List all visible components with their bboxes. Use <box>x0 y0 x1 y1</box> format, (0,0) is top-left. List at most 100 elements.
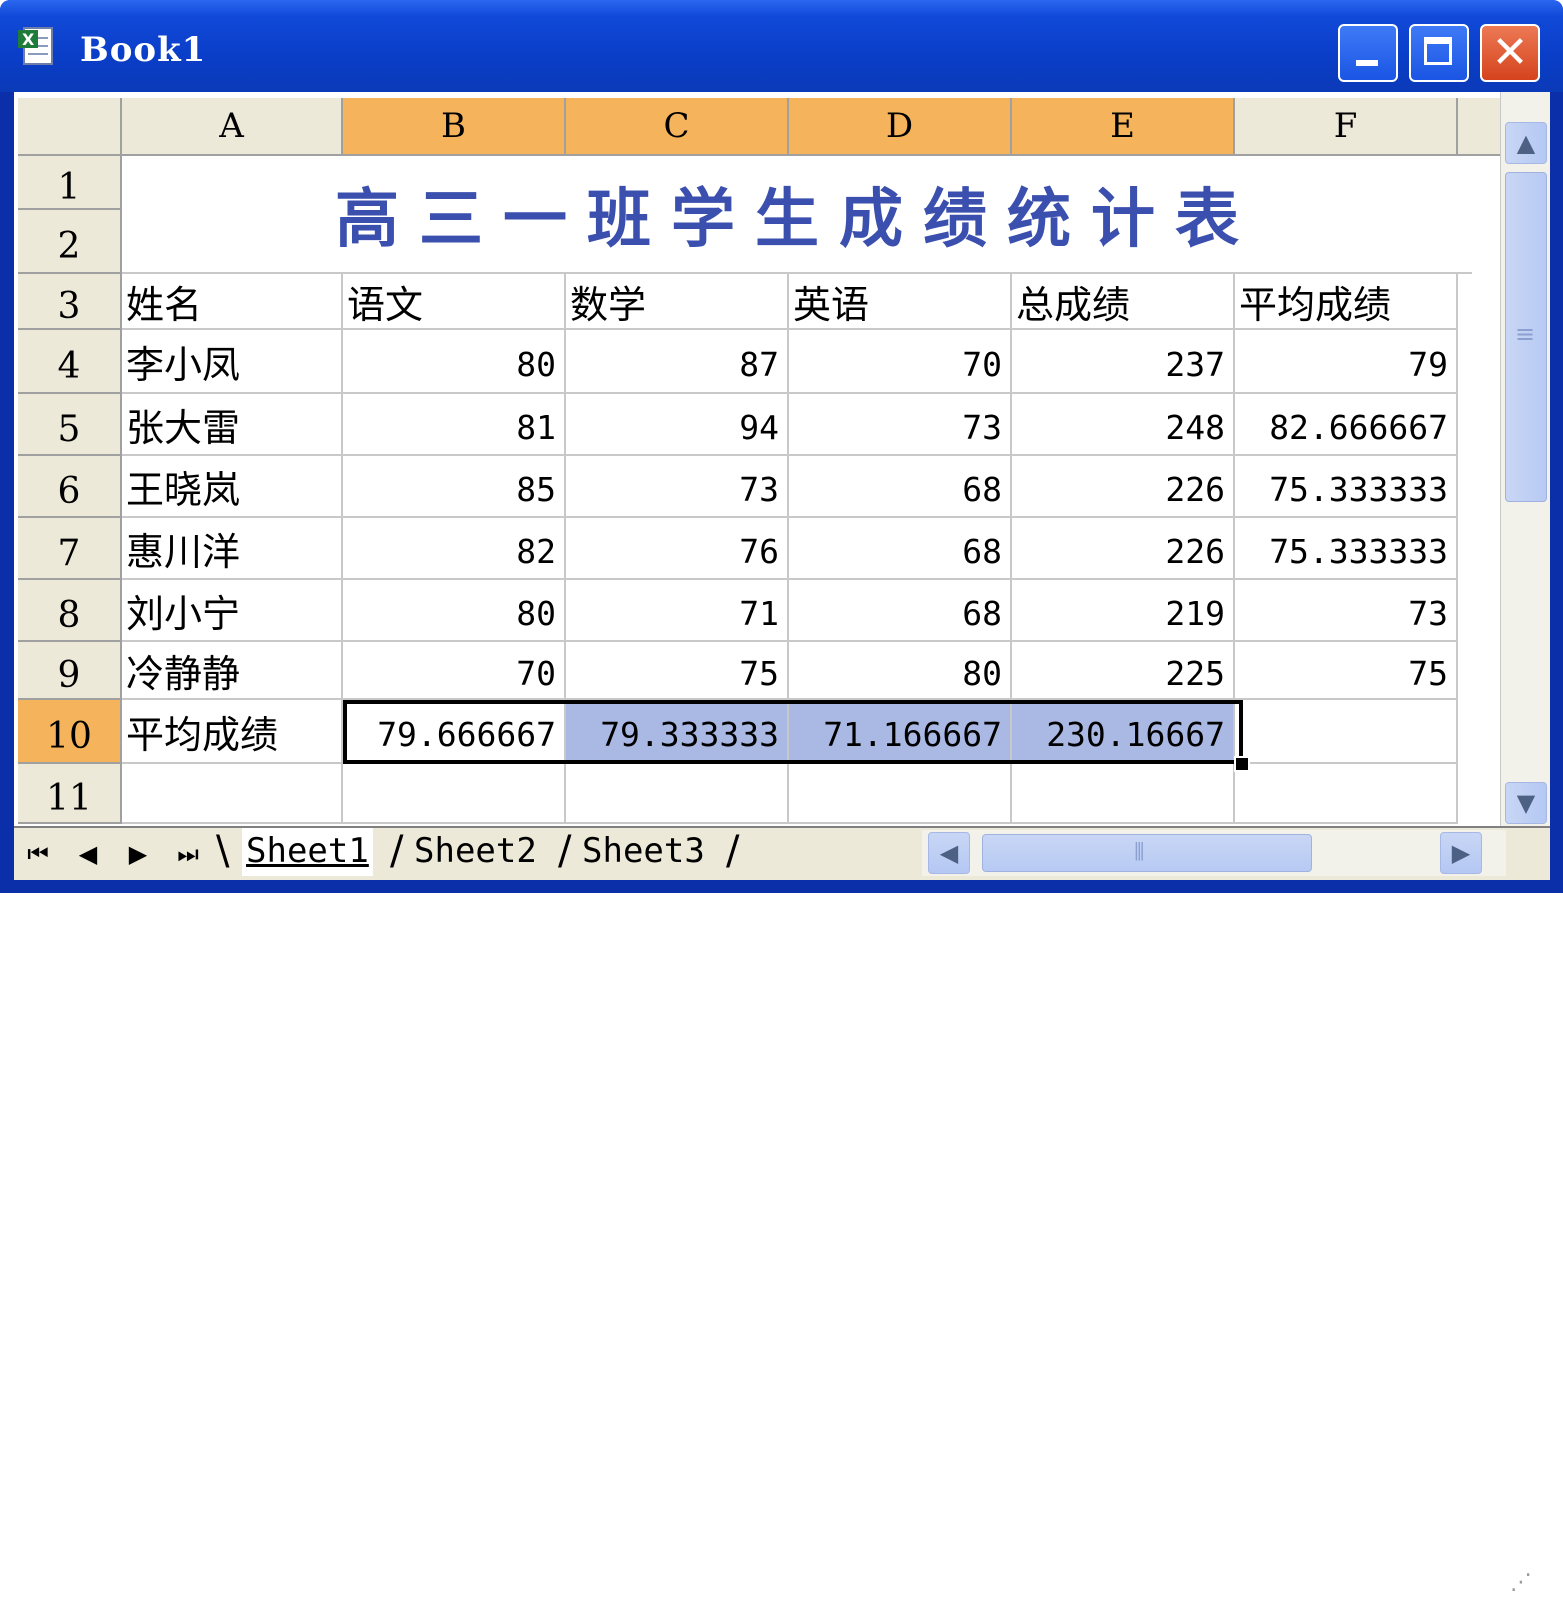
vertical-scrollbar[interactable]: ▲ ≡ ▼ <box>1500 92 1550 826</box>
cell-d7[interactable]: 68 <box>789 518 1012 580</box>
cell-b11[interactable] <box>343 764 566 824</box>
cell-a7[interactable]: 惠川洋 <box>122 518 343 580</box>
column-header-b[interactable]: B <box>343 98 566 156</box>
cell-b3[interactable]: 语文 <box>343 274 566 330</box>
column-header-c[interactable]: C <box>566 98 789 156</box>
row-header-7[interactable]: 7 <box>18 518 122 580</box>
cell-c10[interactable]: 79.333333 <box>566 700 789 764</box>
cell-f8[interactable]: 73 <box>1235 580 1458 642</box>
sheet-title: 高三一班学生成绩统计表 <box>335 182 1259 257</box>
cell-e9[interactable]: 225 <box>1012 642 1235 700</box>
window-title: Book1 <box>80 30 207 70</box>
cell-c9[interactable]: 75 <box>566 642 789 700</box>
column-header-d[interactable]: D <box>789 98 1012 156</box>
cell-c11[interactable] <box>566 764 789 824</box>
cell-f4[interactable]: 79 <box>1235 330 1458 394</box>
cell-e11[interactable] <box>1012 764 1235 824</box>
cell-d9[interactable]: 80 <box>789 642 1012 700</box>
row-header-1[interactable]: 1 <box>18 156 122 210</box>
cell-a3[interactable]: 姓名 <box>122 274 343 330</box>
cell-f10[interactable] <box>1235 700 1458 764</box>
row-header-6[interactable]: 6 <box>18 456 122 518</box>
cell-e4[interactable]: 237 <box>1012 330 1235 394</box>
scroll-left-button[interactable]: ◀ <box>928 832 970 874</box>
tab-sheet1[interactable]: Sheet1 <box>242 828 373 876</box>
cell-b7[interactable]: 82 <box>343 518 566 580</box>
row-header-8[interactable]: 8 <box>18 580 122 642</box>
sheet-tabs-bar: ⏮ ◀ ▶ ⏭ \ Sheet1 / Sheet2 / Sheet3 / ◀ ⦀… <box>14 826 1550 1595</box>
next-sheet-icon[interactable]: ▶ <box>118 836 158 872</box>
cell-f6[interactable]: 75.333333 <box>1235 456 1458 518</box>
fill-handle[interactable] <box>1234 756 1250 772</box>
resize-grip-icon[interactable]: ⋰ <box>1510 1570 1546 1610</box>
last-sheet-icon[interactable]: ⏭ <box>168 836 208 872</box>
horizontal-scrollbar[interactable]: ◀ ⦀ ▶ <box>922 830 1506 876</box>
cell-a8[interactable]: 刘小宁 <box>122 580 343 642</box>
cell-b4[interactable]: 80 <box>343 330 566 394</box>
row-header-11[interactable]: 11 <box>18 764 122 824</box>
merged-title-cell[interactable]: 高三一班学生成绩统计表 <box>122 156 1472 274</box>
minimize-button[interactable] <box>1338 24 1398 82</box>
cell-f11[interactable] <box>1235 764 1458 824</box>
horizontal-scroll-thumb[interactable] <box>982 834 1312 872</box>
cell-a11[interactable] <box>122 764 343 824</box>
prev-sheet-icon[interactable]: ◀ <box>68 836 108 872</box>
cell-c8[interactable]: 71 <box>566 580 789 642</box>
cell-e7[interactable]: 226 <box>1012 518 1235 580</box>
cell-e5[interactable]: 248 <box>1012 394 1235 456</box>
scroll-right-button[interactable]: ▶ <box>1440 832 1482 874</box>
cell-e3[interactable]: 总成绩 <box>1012 274 1235 330</box>
cell-c3[interactable]: 数学 <box>566 274 789 330</box>
maximize-button[interactable] <box>1409 24 1469 82</box>
cell-e6[interactable]: 226 <box>1012 456 1235 518</box>
cell-b8[interactable]: 80 <box>343 580 566 642</box>
excel-icon[interactable]: X <box>18 26 54 66</box>
cell-b9[interactable]: 70 <box>343 642 566 700</box>
row-header-10[interactable]: 10 <box>18 700 122 764</box>
spreadsheet-grid[interactable]: 高三一班学生成绩统计表 A B C D E F 1 2 3 4 5 6 7 8 9 10 11 姓名 语文 数学 英语总… <box>14 92 1500 826</box>
cell-d4[interactable]: 70 <box>789 330 1012 394</box>
cell-d8[interactable]: 68 <box>789 580 1012 642</box>
cell-d10[interactable]: 71.166667 <box>789 700 1012 764</box>
row-header-2[interactable]: 2 <box>18 210 122 274</box>
cell-a4[interactable]: 李小凤 <box>122 330 343 394</box>
cell-a6[interactable]: 王晓岚 <box>122 456 343 518</box>
close-button[interactable]: ✕ <box>1480 24 1540 82</box>
cell-f7[interactable]: 75.333333 <box>1235 518 1458 580</box>
cell-e8[interactable]: 219 <box>1012 580 1235 642</box>
row-header-4[interactable]: 4 <box>18 330 122 394</box>
cell-c7[interactable]: 76 <box>566 518 789 580</box>
first-sheet-icon[interactable]: ⏮ <box>18 836 58 872</box>
row-header-5[interactable]: 5 <box>18 394 122 456</box>
cell-f3[interactable]: 平均成绩 <box>1235 274 1458 330</box>
cell-d3[interactable]: 英语 <box>789 274 1012 330</box>
cell-d11[interactable] <box>789 764 1012 824</box>
cell-a9[interactable]: 冷静静 <box>122 642 343 700</box>
tab-sheet3[interactable]: Sheet3 <box>578 828 709 876</box>
cell-c4[interactable]: 87 <box>566 330 789 394</box>
cell-f9[interactable]: 75 <box>1235 642 1458 700</box>
scroll-up-button[interactable]: ▲ <box>1505 122 1547 164</box>
cell-a10[interactable]: 平均成绩 <box>122 700 343 764</box>
cell-c5[interactable]: 94 <box>566 394 789 456</box>
row-header-9[interactable]: 9 <box>18 642 122 700</box>
cell-b10[interactable]: 79.666667 <box>343 700 566 764</box>
row-header-3[interactable]: 3 <box>18 274 122 330</box>
cell-d6[interactable]: 68 <box>789 456 1012 518</box>
scroll-down-button[interactable]: ▼ <box>1505 782 1547 824</box>
tab-divider: / <box>390 828 404 874</box>
cell-e10[interactable]: 230.16667 <box>1012 700 1235 764</box>
grip-icon: ≡ <box>1515 320 1536 348</box>
select-all-corner[interactable] <box>18 98 122 156</box>
cell-d5[interactable]: 73 <box>789 394 1012 456</box>
title-bar[interactable]: X Book1 ✕ <box>0 0 1563 92</box>
cell-b6[interactable]: 85 <box>343 456 566 518</box>
cell-a5[interactable]: 张大雷 <box>122 394 343 456</box>
cell-f5[interactable]: 82.666667 <box>1235 394 1458 456</box>
column-header-a[interactable]: A <box>122 98 343 156</box>
column-header-f[interactable]: F <box>1235 98 1458 156</box>
tab-sheet2[interactable]: Sheet2 <box>410 828 541 876</box>
cell-b5[interactable]: 81 <box>343 394 566 456</box>
cell-c6[interactable]: 73 <box>566 456 789 518</box>
column-header-e[interactable]: E <box>1012 98 1235 156</box>
